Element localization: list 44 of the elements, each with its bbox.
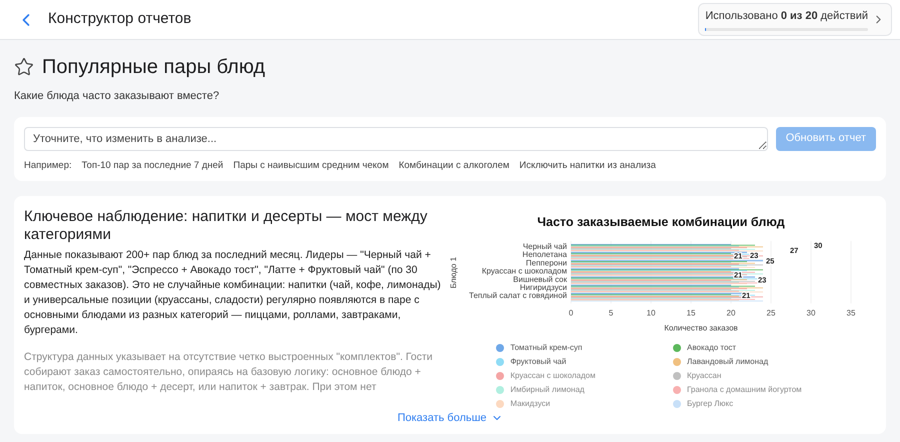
tick-label: 25 (766, 308, 776, 318)
tick-label: 35 (846, 308, 856, 318)
tick-label: 0 (568, 308, 574, 318)
refine-input-field[interactable]: Уточните, что изменить в анализе... (24, 126, 768, 150)
example-link[interactable]: Пары с наивысшим средним чеком (233, 158, 389, 173)
tick-label: 15 (686, 308, 696, 318)
category-label: Черный чай (522, 242, 567, 251)
page-title: Популярные пары блюд (42, 55, 266, 80)
y-axis-label: Блюдо 1 (449, 256, 458, 288)
legend-label: Круассан с шоколадом (510, 370, 596, 382)
example-link[interactable]: Исключить напитки из анализа (519, 158, 656, 173)
tick-label: 10 (646, 308, 656, 318)
usage-text: Использовано 0 из 20 действий (705, 8, 868, 24)
legend-label: Фруктовый чай (510, 356, 566, 368)
x-axis-label: Количество заказов (664, 323, 738, 332)
legend-label: Круассан (687, 370, 722, 382)
legend-label: Лавандовый лимонад (687, 356, 768, 368)
insight-paragraph: Структура данных указывает на отсутствие четко выстроенных "комплектов". Гости собирают заказ самостоятельно, опираясь на базовую логику: основное блюдо + напиток, основное блюдо + десерт, или напиток + завтрак. При этом нет (24, 350, 434, 395)
legend-label: Имбирный лимонад (510, 384, 584, 396)
category-label: Неполетана (522, 250, 567, 259)
examples-label: Например: (24, 158, 72, 172)
legend-label: Авокадо тост (687, 342, 736, 354)
star-icon[interactable] (14, 57, 34, 77)
legend-label: Томатный крем-суп (510, 342, 582, 354)
legend-label: Гранола с домашним йогуртом (687, 384, 802, 396)
tick-label: 30 (806, 308, 816, 318)
chart-title: Часто заказываемые комбинации блюд (537, 214, 785, 229)
usage-panel[interactable]: Использовано 0 из 20 действий (698, 2, 892, 36)
category-label: Теплый салат с говядиной (469, 290, 567, 300)
category-label: Нигиридзуси (520, 282, 567, 292)
insight-title: Ключевое наблюдение: напитки и десерты — мост между категориями (24, 208, 428, 244)
tick-label: 5 (608, 308, 614, 318)
category-label: Круассан с шоколадом (482, 266, 567, 276)
legend-label: Бургер Люкс (687, 398, 734, 410)
show-more-link[interactable]: Показать больше (397, 410, 503, 426)
tick-label: 20 (726, 308, 736, 318)
page-subtitle: Какие блюда часто заказывают вместе? (14, 89, 220, 104)
example-link[interactable]: Топ-10 пар за последние 7 дней (82, 158, 224, 173)
header-title: Конструктор отчетов (48, 9, 192, 30)
insight-paragraph: Данные показывают 200+ пар блюд за последний месяц. Лидеры — "Черный чай + Томатный крем-суп", "Эспрессо + Авокадо тост", "Латте + Фруктовый чай" (по 30 совместных заказов). Это не случайные комбинации: напитки (чай, кофе, лимонады) и универсальные позиции (круассаны, сладости) регулярно появляются в паре с основными блюдами из разных категорий — пиццами, роллами, завтраками, бургерами. (24, 248, 442, 338)
category-label: Пепперони (526, 258, 567, 268)
category-label: Вишневый сок (513, 274, 567, 284)
legend-label: Макидзуси (510, 398, 550, 410)
example-link[interactable]: Комбинации с алкоголем (398, 158, 510, 173)
